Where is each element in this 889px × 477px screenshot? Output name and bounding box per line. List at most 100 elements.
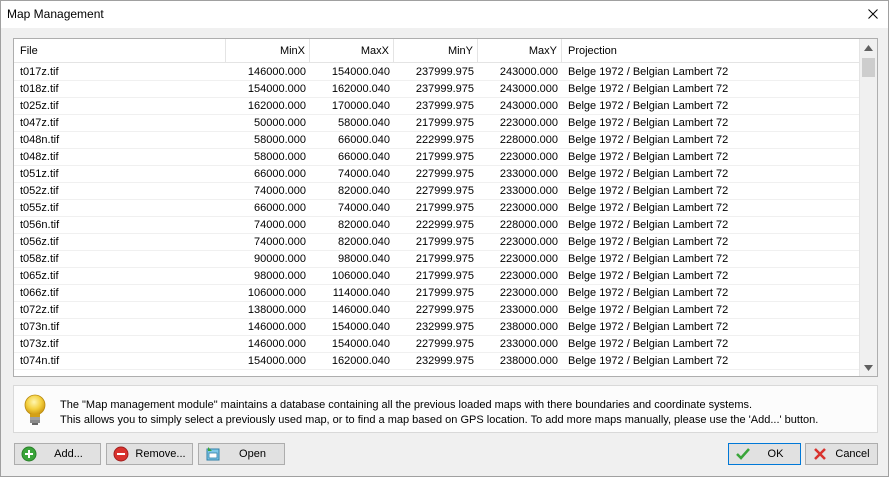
cell-miny: 237999.975 bbox=[415, 100, 474, 112]
cell-minx: 138000.000 bbox=[247, 304, 306, 316]
cell-file: t056z.tif bbox=[20, 236, 59, 248]
table-row[interactable]: t056n.tif 74000.000 82000.040 222999.975 228… bbox=[14, 217, 859, 234]
maps-table[interactable]: File MinX MaxX MinY MaxY Projection t017… bbox=[13, 38, 878, 377]
window-title: Map Management bbox=[7, 7, 104, 21]
column-header-maxx[interactable]: MaxX bbox=[310, 39, 394, 63]
cell-minx: 74000.000 bbox=[254, 236, 306, 248]
cell-maxx: 82000.040 bbox=[338, 185, 390, 197]
cell-file: t018z.tif bbox=[20, 83, 59, 95]
cell-maxx: 154000.040 bbox=[331, 321, 390, 333]
cell-maxx: 154000.040 bbox=[331, 66, 390, 78]
info-line-1: The "Map management module" maintains a … bbox=[60, 399, 753, 411]
cell-miny: 237999.975 bbox=[415, 83, 474, 95]
close-icon bbox=[868, 9, 878, 19]
cell-file: t017z.tif bbox=[20, 66, 59, 78]
title-bar: Map Management bbox=[1, 1, 888, 28]
cell-miny: 237999.975 bbox=[415, 66, 474, 78]
cell-minx: 146000.000 bbox=[247, 338, 306, 350]
scroll-down-button[interactable] bbox=[860, 359, 877, 376]
table-row[interactable]: t074n.tif 154000.000 162000.040 232999.975 2… bbox=[14, 353, 859, 370]
cell-minx: 58000.000 bbox=[254, 151, 306, 163]
table-row[interactable]: t056z.tif 74000.000 82000.040 217999.975 223… bbox=[14, 234, 859, 251]
cell-maxx: 162000.040 bbox=[331, 83, 390, 95]
cell-maxy: 223000.000 bbox=[499, 287, 558, 299]
close-button[interactable] bbox=[860, 2, 886, 26]
cell-file: t051z.tif bbox=[20, 168, 59, 180]
table-row[interactable]: t073z.tif 146000.000 154000.040 227999.975 2… bbox=[14, 336, 859, 353]
table-row[interactable]: t065z.tif 98000.000 106000.040 217999.975 22… bbox=[14, 268, 859, 285]
cell-minx: 154000.000 bbox=[247, 355, 306, 367]
column-header-miny[interactable]: MinY bbox=[394, 39, 478, 63]
cell-maxx: 74000.040 bbox=[338, 202, 390, 214]
cell-miny: 232999.975 bbox=[415, 355, 474, 367]
table-row[interactable]: t066z.tif 106000.000 114000.040 217999.975 2… bbox=[14, 285, 859, 302]
table-body: t017z.tif 146000.000 154000.040 237999.975 2… bbox=[14, 64, 859, 370]
cell-projection: Belge 1972 / Belgian Lambert 72 bbox=[568, 304, 729, 316]
column-header-projection[interactable]: Projection bbox=[562, 39, 859, 63]
table-row[interactable]: t058z.tif 90000.000 98000.040 217999.975 223… bbox=[14, 251, 859, 268]
cell-file: t048z.tif bbox=[20, 151, 59, 163]
cell-projection: Belge 1972 / Belgian Lambert 72 bbox=[568, 117, 729, 129]
cell-maxx: 98000.040 bbox=[338, 253, 390, 265]
table-row[interactable]: t018z.tif 154000.000 162000.040 237999.975 2… bbox=[14, 81, 859, 98]
table-row[interactable]: t073n.tif 146000.000 154000.040 232999.975 2… bbox=[14, 319, 859, 336]
column-header-file[interactable]: File bbox=[14, 39, 226, 63]
info-text: The "Map management module" maintains a … bbox=[60, 398, 818, 428]
cell-file: t066z.tif bbox=[20, 287, 59, 299]
scroll-up-button[interactable] bbox=[860, 39, 877, 56]
cancel-button[interactable]: Cancel bbox=[805, 443, 878, 465]
cell-minx: 66000.000 bbox=[254, 202, 306, 214]
cell-file: t073z.tif bbox=[20, 338, 59, 350]
cell-maxx: 170000.040 bbox=[331, 100, 390, 112]
cell-file: t065z.tif bbox=[20, 270, 59, 282]
cell-minx: 74000.000 bbox=[254, 185, 306, 197]
cell-maxx: 58000.040 bbox=[338, 117, 390, 129]
table-row[interactable]: t047z.tif 50000.000 58000.040 217999.975 223… bbox=[14, 115, 859, 132]
map-management-dialog: Map Management File MinX MaxX MinY MaxY … bbox=[0, 0, 889, 477]
cell-miny: 227999.975 bbox=[415, 168, 474, 180]
cell-maxx: 82000.040 bbox=[338, 219, 390, 231]
cell-projection: Belge 1972 / Belgian Lambert 72 bbox=[568, 83, 729, 95]
scroll-thumb[interactable] bbox=[862, 58, 875, 77]
cell-miny: 232999.975 bbox=[415, 321, 474, 333]
cell-file: t073n.tif bbox=[20, 321, 60, 333]
cell-maxy: 223000.000 bbox=[499, 151, 558, 163]
cell-maxx: 106000.040 bbox=[331, 270, 390, 282]
open-button-label: Open bbox=[239, 448, 266, 460]
cell-miny: 227999.975 bbox=[415, 185, 474, 197]
open-button[interactable]: Open bbox=[198, 443, 285, 465]
table-row[interactable]: t072z.tif 138000.000 146000.040 227999.975 2… bbox=[14, 302, 859, 319]
cell-minx: 98000.000 bbox=[254, 270, 306, 282]
cell-maxx: 154000.040 bbox=[331, 338, 390, 350]
cell-minx: 146000.000 bbox=[247, 66, 306, 78]
remove-button[interactable]: Remove... bbox=[106, 443, 193, 465]
cell-maxx: 82000.040 bbox=[338, 236, 390, 248]
cell-projection: Belge 1972 / Belgian Lambert 72 bbox=[568, 151, 729, 163]
cell-projection: Belge 1972 / Belgian Lambert 72 bbox=[568, 66, 729, 78]
table-row[interactable]: t048n.tif 58000.000 66000.040 222999.975 228… bbox=[14, 132, 859, 149]
cell-miny: 217999.975 bbox=[415, 117, 474, 129]
add-button[interactable]: Add... bbox=[14, 443, 101, 465]
cell-maxy: 233000.000 bbox=[499, 168, 558, 180]
table-row[interactable]: t055z.tif 66000.000 74000.040 217999.975 223… bbox=[14, 200, 859, 217]
table-row[interactable]: t025z.tif 162000.000 170000.040 237999.975 2… bbox=[14, 98, 859, 115]
cell-file: t025z.tif bbox=[20, 100, 59, 112]
table-row[interactable]: t017z.tif 146000.000 154000.040 237999.975 2… bbox=[14, 64, 859, 81]
cell-projection: Belge 1972 / Belgian Lambert 72 bbox=[568, 338, 729, 350]
cell-file: t048n.tif bbox=[20, 134, 60, 146]
table-row[interactable]: t051z.tif 66000.000 74000.040 227999.975 233… bbox=[14, 166, 859, 183]
lightbulb-icon bbox=[24, 394, 46, 425]
plus-circle-icon bbox=[21, 446, 37, 462]
table-header: File MinX MaxX MinY MaxY Projection bbox=[14, 39, 859, 63]
ok-button[interactable]: OK bbox=[728, 443, 801, 465]
table-row[interactable]: t048z.tif 58000.000 66000.040 217999.975 223… bbox=[14, 149, 859, 166]
cell-maxy: 233000.000 bbox=[499, 304, 558, 316]
table-row[interactable]: t052z.tif 74000.000 82000.040 227999.975 233… bbox=[14, 183, 859, 200]
vertical-scrollbar[interactable] bbox=[859, 39, 877, 376]
column-header-minx[interactable]: MinX bbox=[226, 39, 310, 63]
cancel-button-label: Cancel bbox=[835, 448, 870, 460]
cell-file: t047z.tif bbox=[20, 117, 59, 129]
cell-projection: Belge 1972 / Belgian Lambert 72 bbox=[568, 321, 729, 333]
cell-maxy: 228000.000 bbox=[499, 134, 558, 146]
column-header-maxy[interactable]: MaxY bbox=[478, 39, 562, 63]
